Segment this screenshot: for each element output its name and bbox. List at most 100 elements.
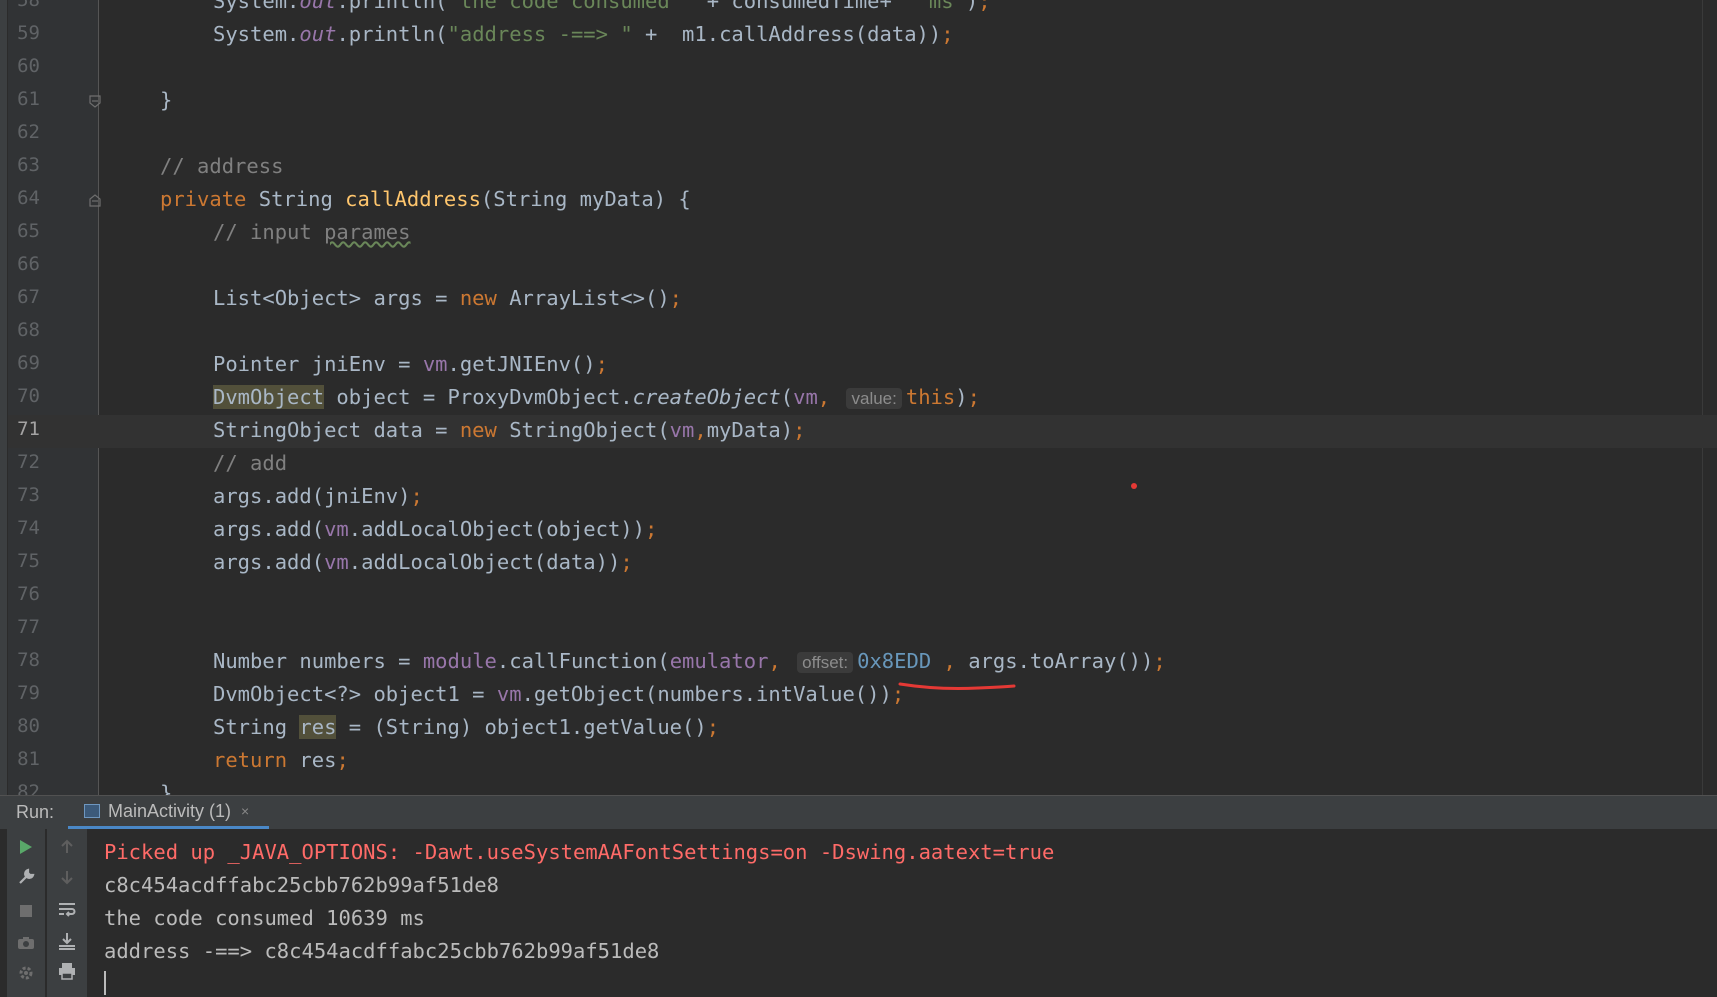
code-line[interactable]: 72 // add [0, 448, 1717, 481]
code-line[interactable]: 69 Pointer jniEnv = vm.getJNIEnv(); [0, 349, 1717, 382]
down-arrow-icon[interactable] [55, 865, 79, 889]
code-text: args.add(vm.addLocalObject(object)); [213, 517, 658, 541]
code-line[interactable]: 74 args.add(vm.addLocalObject(object)); [0, 514, 1717, 547]
code-line[interactable]: 81 return res; [0, 745, 1717, 778]
code-text: System.out.println("address -==> " + m1.… [213, 22, 954, 46]
code-line[interactable]: 80 String res = (String) object1.getValu… [0, 712, 1717, 745]
code-text: DvmObject<?> object1 = vm.getObject(numb… [213, 682, 905, 706]
console-line: Picked up _JAVA_OPTIONS: -Dawt.useSystem… [104, 840, 1055, 864]
code-line[interactable]: 82 } [0, 778, 1717, 795]
line-number: 77 [17, 616, 40, 638]
comment-text: // address [160, 154, 284, 178]
parameter-hint: value: [846, 388, 902, 409]
code-line[interactable]: 64 private String callAddress(String myD… [0, 184, 1717, 217]
code-line[interactable]: 77 [0, 613, 1717, 646]
line-number: 59 [17, 22, 40, 44]
line-number: 64 [17, 187, 40, 209]
code-text: String res = (String) object1.getValue()… [213, 715, 720, 739]
run-toolbar-left [7, 829, 45, 997]
print-icon[interactable] [55, 959, 79, 983]
code-text: StringObject data = new StringObject(vm,… [213, 418, 806, 442]
code-line[interactable]: 61 } [0, 85, 1717, 118]
line-number: 60 [17, 55, 40, 77]
code-text: System.out.println("the code consumed " … [213, 0, 991, 13]
red-underline-annotation [898, 682, 1016, 690]
console-line: the code consumed 10639 ms [104, 906, 425, 930]
console-output[interactable]: Picked up _JAVA_OPTIONS: -Dawt.useSystem… [0, 829, 1717, 997]
line-number: 65 [17, 220, 40, 242]
code-text: Pointer jniEnv = vm.getJNIEnv(); [213, 352, 608, 376]
line-number: 66 [17, 253, 40, 275]
up-arrow-icon[interactable] [55, 835, 79, 859]
console-line: c8c454acdffabc25cbb762b99af51de8 [104, 873, 499, 897]
line-number: 79 [17, 682, 40, 704]
code-line[interactable]: 60 [0, 52, 1717, 85]
scroll-to-end-icon[interactable] [55, 929, 79, 953]
settings-icon[interactable] [14, 961, 38, 985]
code-line-current[interactable]: 71 StringObject data = new StringObject(… [0, 415, 1717, 448]
line-number: 70 [17, 385, 40, 407]
line-number: 82 [17, 781, 40, 795]
code-line[interactable]: 75 args.add(vm.addLocalObject(data)); [0, 547, 1717, 580]
soft-wrap-icon[interactable] [55, 897, 79, 921]
code-text: } [160, 88, 173, 112]
camera-icon[interactable] [14, 931, 38, 955]
code-line[interactable]: 58 System.out.println("the code consumed… [0, 0, 1717, 19]
line-number: 69 [17, 352, 40, 374]
code-editor[interactable]: 58 System.out.println("the code consumed… [0, 0, 1717, 795]
code-text: private String callAddress(String myData… [160, 187, 691, 211]
stop-icon[interactable] [14, 899, 38, 923]
line-number: 68 [17, 319, 40, 341]
code-text: args.add(vm.addLocalObject(data)); [213, 550, 633, 574]
code-line[interactable]: 68 [0, 316, 1717, 349]
line-number: 74 [17, 517, 40, 539]
code-line[interactable]: 70 DvmObject object = ProxyDvmObject.cre… [0, 382, 1717, 415]
code-text: } [160, 781, 173, 795]
comment-text: // input parames [213, 220, 411, 244]
parameter-hint: offset: [797, 652, 854, 673]
line-number: 76 [17, 583, 40, 605]
console-icon [84, 804, 100, 818]
line-number: 73 [17, 484, 40, 506]
red-dot-annotation [1131, 483, 1137, 489]
code-text: DvmObject object = ProxyDvmObject.create… [213, 385, 980, 409]
run-icon[interactable] [14, 835, 38, 859]
run-tool-window-header: Run: MainActivity (1) × [0, 795, 1717, 829]
code-line[interactable]: 76 [0, 580, 1717, 613]
fold-start-icon[interactable] [89, 194, 101, 207]
line-number: 67 [17, 286, 40, 308]
run-toolbar-right [47, 829, 87, 997]
code-line[interactable]: 73 args.add(jniEnv); [0, 481, 1717, 514]
line-number: 80 [17, 715, 40, 737]
line-number: 62 [17, 121, 40, 143]
code-text: Number numbers = module.callFunction(emu… [213, 649, 1166, 673]
console-line: address -==> c8c454acdffabc25cbb762b99af… [104, 939, 660, 963]
text-caret [104, 971, 106, 995]
run-label: Run: [16, 802, 55, 822]
line-number: 63 [17, 154, 40, 176]
code-line[interactable]: 63 // address [0, 151, 1717, 184]
code-line[interactable]: 65 // input parames [0, 217, 1717, 250]
code-line[interactable]: 67 List<Object> args = new ArrayList<>()… [0, 283, 1717, 316]
code-line[interactable]: 62 [0, 118, 1717, 151]
code-line[interactable]: 79 DvmObject<?> object1 = vm.getObject(n… [0, 679, 1717, 712]
comment-text: // add [213, 451, 288, 475]
code-line[interactable]: 78 Number numbers = module.callFunction(… [0, 646, 1717, 679]
line-number: 61 [17, 88, 40, 110]
line-number: 71 [17, 418, 40, 440]
code-text: return res; [213, 748, 349, 772]
fold-end-icon[interactable] [89, 95, 101, 108]
code-line[interactable]: 66 [0, 250, 1717, 283]
code-text: List<Object> args = new ArrayList<>(); [213, 286, 683, 310]
run-tab-mainactivity[interactable]: MainActivity (1) × [68, 796, 270, 829]
line-number: 75 [17, 550, 40, 572]
run-tab-title: MainActivity (1) [108, 800, 232, 821]
line-number: 81 [17, 748, 40, 770]
line-number: 72 [17, 451, 40, 473]
code-line[interactable]: 59 System.out.println("address -==> " + … [0, 19, 1717, 52]
line-number: 58 [17, 0, 40, 11]
code-text: args.add(jniEnv); [213, 484, 423, 508]
close-icon[interactable]: × [241, 803, 249, 819]
wrench-icon[interactable] [14, 865, 38, 889]
line-number: 78 [17, 649, 40, 671]
